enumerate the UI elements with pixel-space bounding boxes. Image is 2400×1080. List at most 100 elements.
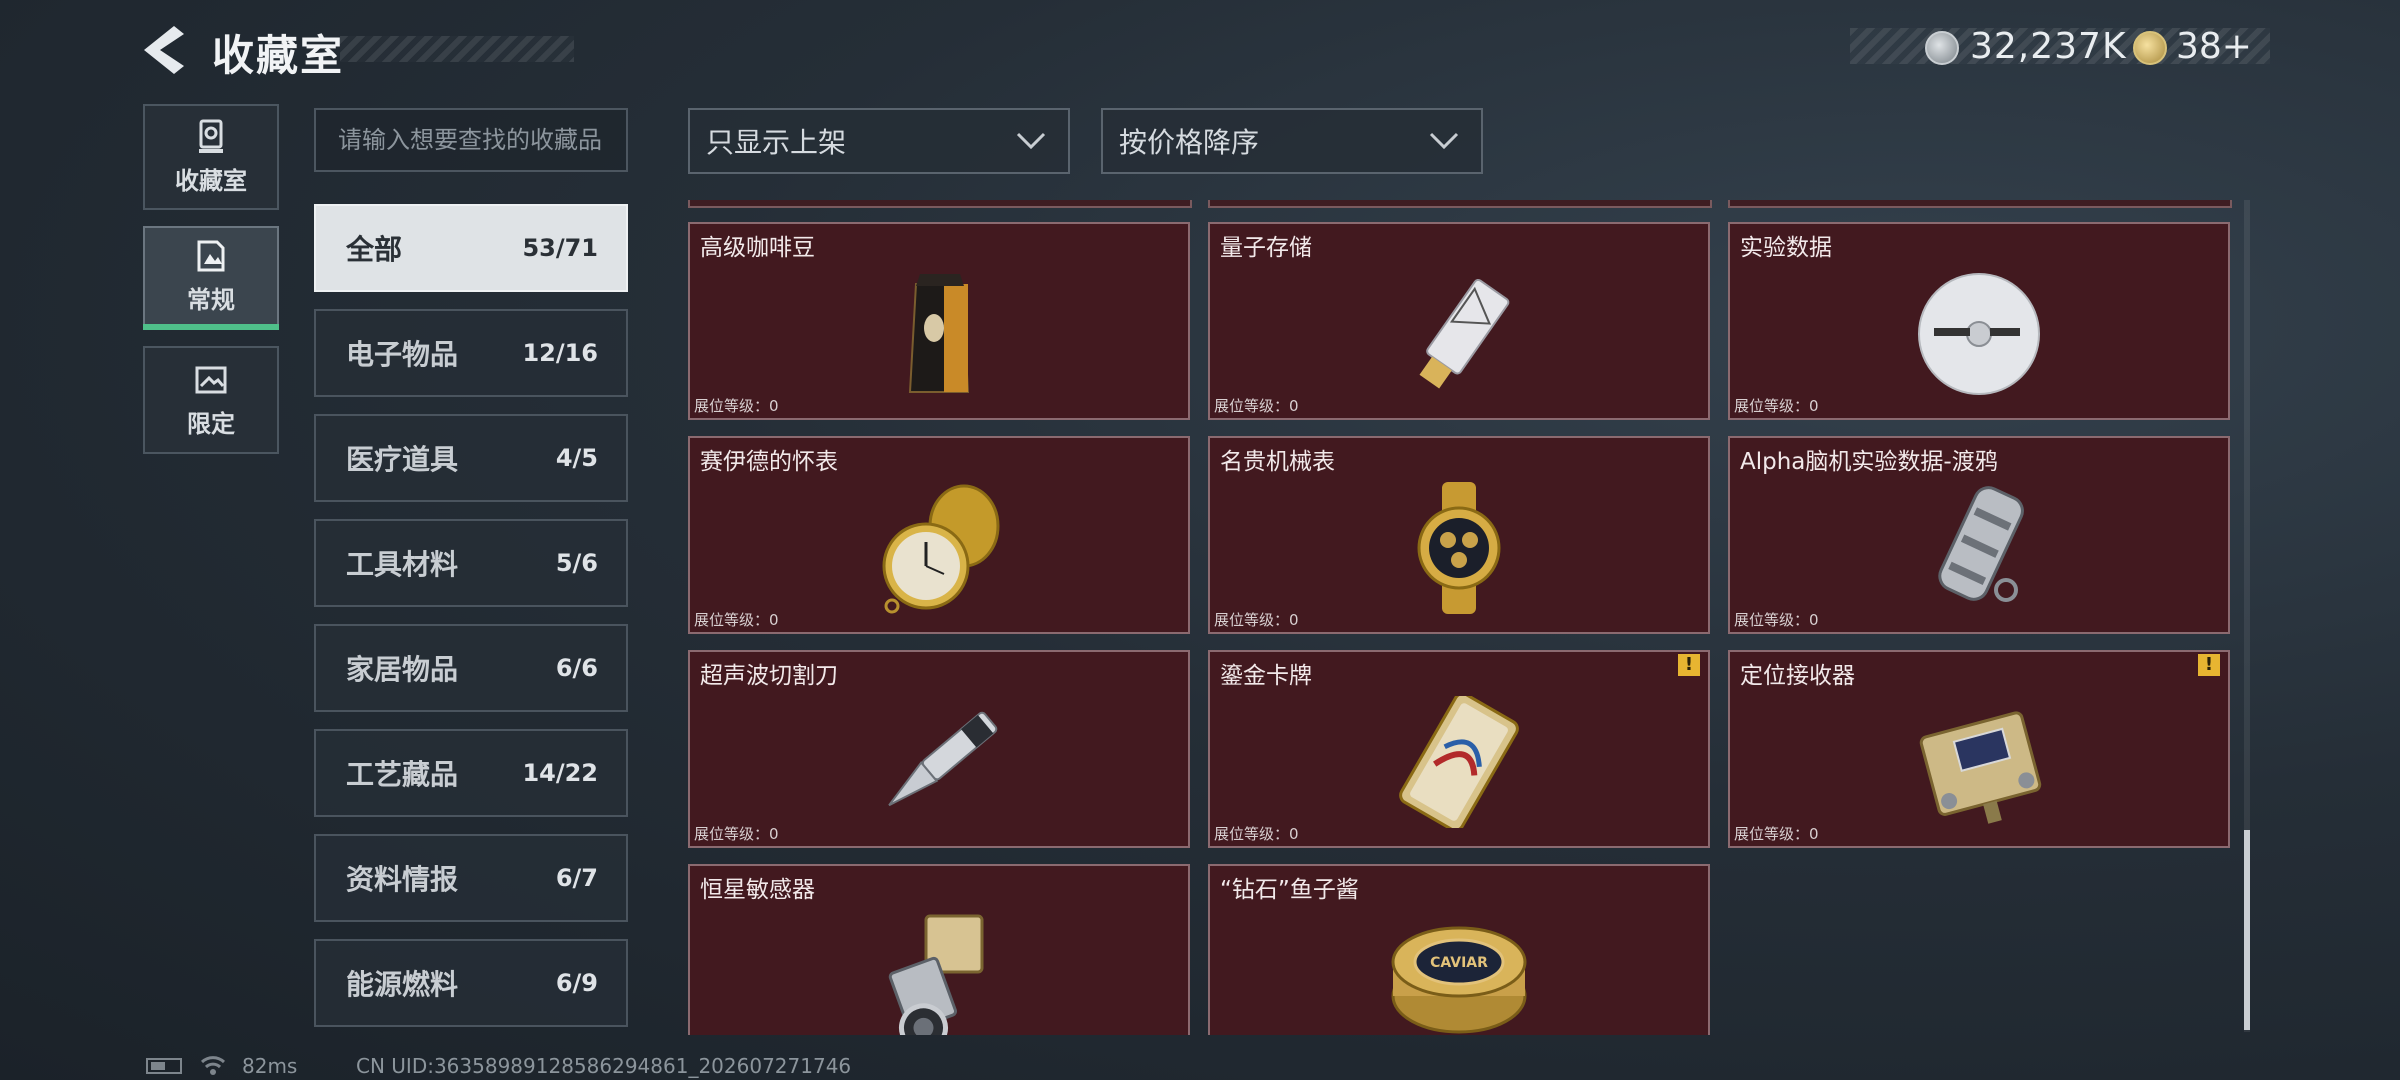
data-canister-icon bbox=[1938, 486, 2024, 602]
category-count: 6/9 bbox=[555, 969, 598, 997]
category-count: 6/6 bbox=[555, 654, 598, 682]
nav-tab-collection-room[interactable]: 收藏室 bbox=[143, 104, 279, 210]
sort-order-dropdown[interactable]: 按价格降序 bbox=[1101, 108, 1483, 174]
nav-tab-label: 常规 bbox=[187, 285, 235, 314]
booth-level: 展位等级：0 bbox=[1214, 397, 1299, 415]
category-count: 5/6 bbox=[555, 549, 598, 577]
wifi-icon bbox=[200, 1056, 226, 1075]
nav-tab-label: 限定 bbox=[187, 409, 235, 438]
booth-level: 展位等级：0 bbox=[1214, 825, 1299, 843]
collection-card[interactable]: 鎏金卡牌 ! 展位等级：0 bbox=[1208, 650, 1710, 848]
category-medical[interactable]: 医疗道具 4/5 bbox=[314, 414, 628, 502]
cutter-knife-icon bbox=[888, 711, 998, 807]
coffee-bag-icon bbox=[908, 274, 970, 393]
category-intel[interactable]: 资料情报 6/7 bbox=[314, 834, 628, 922]
category-name: 电子物品 bbox=[346, 338, 459, 371]
category-crafts[interactable]: 工艺藏品 14/22 bbox=[314, 729, 628, 817]
booth-level: 展位等级：0 bbox=[694, 397, 779, 415]
trophy-icon bbox=[199, 119, 223, 153]
card-top-partial bbox=[1208, 200, 1712, 208]
item-name: 名贵机械表 bbox=[1220, 449, 1335, 475]
collection-card[interactable]: 量子存储 展位等级：0 bbox=[1208, 222, 1710, 420]
active-tab-indicator bbox=[143, 324, 279, 330]
collection-card[interactable]: Alpha脑机实验数据-渡鸦 展位等级：0 bbox=[1728, 436, 2230, 634]
category-tools[interactable]: 工具材料 5/6 bbox=[314, 519, 628, 607]
gem-balance[interactable]: 38+ bbox=[2176, 26, 2252, 67]
category-name: 资料情报 bbox=[346, 863, 459, 896]
collection-grid[interactable]: 高级咖啡豆 展位等级：0 量子存储 展位等级：0 实验数据 展位等级：0 赛伊德… bbox=[688, 200, 2232, 1035]
booth-level: 展位等级：0 bbox=[694, 611, 779, 629]
category-name: 医疗道具 bbox=[346, 443, 459, 476]
coin-icon bbox=[1925, 31, 1959, 65]
nav-tab-limited[interactable]: 限定 bbox=[143, 346, 279, 454]
collection-card[interactable]: 赛伊德的怀表 展位等级：0 bbox=[688, 436, 1190, 634]
collection-card[interactable]: 实验数据 展位等级：0 bbox=[1728, 222, 2230, 420]
booth-level: 展位等级：0 bbox=[1734, 825, 1819, 843]
category-count: 4/5 bbox=[555, 444, 598, 472]
item-name: 实验数据 bbox=[1740, 235, 1832, 261]
scrollbar-thumb[interactable] bbox=[2244, 830, 2250, 1030]
item-name: 超声波切割刀 bbox=[700, 663, 838, 689]
gem-currency-icon bbox=[2133, 31, 2167, 65]
receiver-device-icon bbox=[1919, 711, 2042, 824]
pocket-watch-icon bbox=[882, 484, 1000, 614]
item-name: 高级咖啡豆 bbox=[700, 235, 815, 261]
page-title: 收藏室 bbox=[212, 31, 345, 80]
caviar-tin-icon: CAVIAR bbox=[1391, 926, 1527, 1034]
item-name: Alpha脑机实验数据-渡鸦 bbox=[1740, 449, 1998, 475]
collection-card[interactable]: 名贵机械表 展位等级：0 bbox=[1208, 436, 1710, 634]
collection-card[interactable]: 超声波切割刀 展位等级：0 bbox=[688, 650, 1190, 848]
disc-icon bbox=[1918, 273, 2040, 395]
item-name: 恒星敏感器 bbox=[700, 877, 815, 903]
collection-card[interactable]: 定位接收器 ! 展位等级：0 bbox=[1728, 650, 2230, 848]
category-name: 能源燃料 bbox=[346, 968, 459, 1001]
card-top-partial bbox=[688, 200, 1192, 208]
category-count: 53/71 bbox=[522, 234, 598, 262]
category-count: 14/22 bbox=[522, 759, 598, 787]
item-name: 量子存储 bbox=[1220, 235, 1312, 261]
category-all[interactable]: 全部 53/71 bbox=[314, 204, 628, 292]
category-name: 家居物品 bbox=[346, 653, 459, 686]
battery-icon bbox=[146, 1058, 182, 1074]
item-name: 赛伊德的怀表 bbox=[700, 449, 838, 475]
usb-drive-icon bbox=[1419, 278, 1510, 389]
booth-level: 展位等级：0 bbox=[1214, 611, 1299, 629]
item-name: 鎏金卡牌 bbox=[1220, 663, 1312, 689]
item-name: “钻石”鱼子酱 bbox=[1220, 877, 1359, 903]
collection-card[interactable]: “钻石”鱼子酱 CAVIAR bbox=[1208, 864, 1710, 1035]
collection-card[interactable]: 恒星敏感器 bbox=[688, 864, 1190, 1035]
category-name: 工具材料 bbox=[346, 548, 459, 581]
ping-readout: 82ms bbox=[242, 1054, 298, 1078]
booth-level: 展位等级：0 bbox=[1734, 397, 1819, 415]
dropdown-value: 只显示上架 bbox=[706, 126, 847, 159]
title-decoration bbox=[340, 36, 574, 62]
warning-badge-icon: ! bbox=[2198, 654, 2220, 676]
collection-card[interactable]: 高级咖啡豆 展位等级：0 bbox=[688, 222, 1190, 420]
frame-icon bbox=[195, 366, 227, 393]
category-name: 工艺藏品 bbox=[346, 758, 459, 791]
booth-level: 展位等级：0 bbox=[694, 825, 779, 843]
dropdown-value: 按价格降序 bbox=[1119, 126, 1260, 159]
nav-tab-regular[interactable]: 常规 bbox=[143, 226, 279, 330]
display-filter-dropdown[interactable]: 只显示上架 bbox=[688, 108, 1070, 174]
category-household[interactable]: 家居物品 6/6 bbox=[314, 624, 628, 712]
caviar-label: CAVIAR bbox=[1430, 955, 1488, 971]
chevron-down-icon bbox=[1016, 132, 1046, 150]
category-name: 全部 bbox=[346, 233, 403, 266]
category-count: 6/7 bbox=[555, 864, 598, 892]
nav-tab-label: 收藏室 bbox=[175, 166, 247, 195]
card-top-partial bbox=[1728, 200, 2232, 208]
star-sensor-icon bbox=[888, 914, 984, 1035]
gold-card-icon bbox=[1399, 696, 1519, 828]
category-count: 12/16 bbox=[522, 339, 598, 367]
search-input[interactable] bbox=[314, 108, 628, 172]
item-name: 定位接收器 bbox=[1740, 663, 1855, 689]
category-energy[interactable]: 能源燃料 6/9 bbox=[314, 939, 628, 1027]
category-electronics[interactable]: 电子物品 12/16 bbox=[314, 309, 628, 397]
coin-balance: 32,237K bbox=[1970, 26, 2127, 67]
document-icon bbox=[197, 240, 225, 271]
back-arrow-icon[interactable] bbox=[140, 24, 188, 76]
booth-level: 展位等级：0 bbox=[1734, 611, 1819, 629]
wristwatch-icon bbox=[1417, 482, 1501, 614]
chevron-down-icon bbox=[1429, 132, 1459, 150]
